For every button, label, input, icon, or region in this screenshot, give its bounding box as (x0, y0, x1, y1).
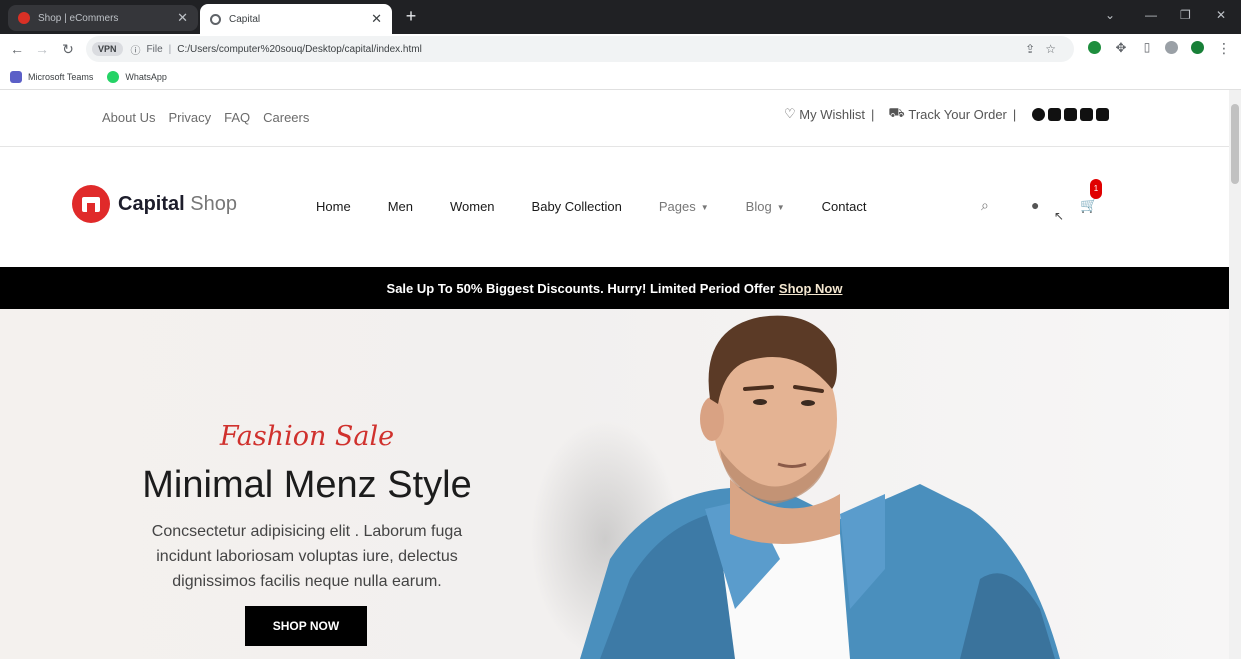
tab-capital[interactable]: Capital ✕ (200, 4, 392, 34)
shop-now-button[interactable]: SHOP NOW (245, 606, 367, 646)
menu-women[interactable]: Women (450, 199, 495, 214)
instagram-icon[interactable] (1048, 107, 1062, 121)
site-logo[interactable]: Capital Shop (72, 185, 237, 223)
scrollbar-thumb[interactable] (1231, 104, 1239, 184)
globe-icon (210, 13, 221, 25)
top-links: About Us Privacy FAQ Careers (102, 110, 309, 125)
whatsapp-icon (107, 70, 120, 83)
bookmarks-bar: Microsoft Teams WhatsApp (0, 64, 1241, 90)
main-menu: Home Men Women Baby Collection Pages ▼ Bl… (316, 199, 903, 214)
menu-pages-label: Pages (658, 199, 696, 214)
topbar-right: ♡ My Wishlist | ⛟ Track Your Order | (784, 105, 1110, 123)
browser-window: Shop | eCommers ✕ Capital ✕ + ⌄ — ❐ ✕ ← … (0, 0, 1241, 659)
cart-count-badge: 1 (1090, 179, 1102, 199)
hero-description: Concsectetur adipisicing elit . Laborum … (122, 519, 492, 594)
cart-icon[interactable]: 🛒 (1080, 197, 1097, 214)
logo-light: Shop (190, 192, 237, 215)
menu-baby-collection[interactable]: Baby Collection (532, 199, 622, 214)
profile-avatar-icon[interactable] (1165, 41, 1178, 54)
bookmark-whatsapp[interactable]: WhatsApp (107, 70, 167, 83)
browser-toolbar: ← → ↻ VPN ⓘ File | C:/Users/computer%20s… (0, 34, 1241, 64)
menu-blog[interactable]: Blog ▼ (746, 199, 785, 214)
menu-home[interactable]: Home (316, 199, 351, 214)
omnibox-actions: ⇪☆ (1025, 42, 1066, 56)
shop-favicon-icon (18, 12, 30, 24)
hero-description-line: incidunt laboriosam voluptas iure, delec… (156, 548, 458, 565)
security-extension-icon[interactable] (1191, 41, 1204, 54)
extension-shield-icon[interactable] (1088, 41, 1101, 54)
hero-description-line: Concsectetur adipisicing elit . Laborum … (151, 523, 463, 540)
star-icon[interactable]: ☆ (1045, 42, 1066, 56)
reload-icon[interactable]: ↻ (59, 41, 77, 58)
promo-bar: Sale Up To 50% Biggest Discounts. Hurry!… (0, 267, 1229, 309)
teams-icon (10, 70, 22, 83)
heart-icon: ♡ (784, 106, 796, 121)
side-panel-icon[interactable]: ▯ (1138, 40, 1156, 54)
careers-link[interactable]: Careers (263, 110, 309, 125)
url-text[interactable]: C:/Users/computer%20souq/Desktop/capital… (177, 44, 422, 55)
promo-text: Sale Up To 50% Biggest Discounts. Hurry!… (386, 280, 775, 296)
hero-eyebrow: Fashion Sale (219, 421, 395, 452)
caret-down-icon: ▼ (700, 203, 709, 213)
divider: | (871, 106, 875, 122)
bookmark-label: WhatsApp (125, 71, 167, 82)
tab-search-icon[interactable]: ⌄ (1105, 8, 1115, 22)
menu-pages[interactable]: Pages ▼ (659, 199, 709, 214)
window-close-icon[interactable]: ✕ (1216, 8, 1226, 22)
privacy-link[interactable]: Privacy (168, 110, 211, 125)
site-header: Capital Shop Home Men Women Baby Collect… (0, 147, 1229, 267)
menu-blog-label: Blog (745, 199, 772, 214)
social-links (1032, 107, 1110, 121)
menu-contact[interactable]: Contact (822, 199, 867, 214)
extensions-puzzle-icon[interactable]: ✥ (1112, 40, 1130, 56)
menu-men[interactable]: Men (388, 199, 413, 214)
minimize-icon[interactable]: — (1145, 8, 1157, 22)
logo-bold: Capital (118, 192, 185, 215)
info-icon[interactable]: ⓘ (131, 42, 141, 57)
caret-down-icon: ▼ (776, 203, 785, 213)
divider: | (1012, 106, 1017, 122)
search-icon[interactable]: ⌕ (981, 197, 989, 214)
youtube-icon[interactable] (1096, 107, 1110, 121)
address-bar[interactable]: VPN ⓘ File | C:/Users/computer%20souq/De… (86, 36, 1074, 62)
site-topbar: About Us Privacy FAQ Careers ♡ My Wishli… (0, 90, 1229, 147)
page-scrollbar[interactable] (1229, 90, 1241, 659)
forward-arrow-icon[interactable]: → (33, 41, 51, 57)
tab-shop[interactable]: Shop | eCommers ✕ (8, 5, 198, 31)
menu-kebab-icon[interactable]: ⋮ (1215, 40, 1233, 57)
tab-strip: Shop | eCommers ✕ Capital ✕ + ⌄ — ❐ ✕ (0, 0, 1241, 34)
faq-link[interactable]: FAQ (224, 110, 250, 125)
tab-title: Capital (229, 13, 261, 25)
promo-shop-now-link[interactable]: Shop Now (779, 281, 843, 296)
scheme-label: File (146, 43, 163, 55)
page-viewport: About Us Privacy FAQ Careers ♡ My Wishli… (0, 90, 1229, 659)
bookmark-microsoft-teams[interactable]: Microsoft Teams (10, 70, 94, 83)
about-us-link[interactable]: About Us (102, 110, 155, 125)
hero-description-line: dignissimos facilis neque nulla earum. (172, 573, 442, 590)
tab-title: Shop | eCommers (38, 12, 119, 24)
shop-logo-icon (72, 185, 110, 223)
close-tab-icon[interactable]: ✕ (371, 11, 382, 27)
twitter-icon[interactable] (1064, 107, 1078, 121)
hero-model-image (580, 315, 1060, 659)
back-arrow-icon[interactable]: ← (8, 41, 26, 57)
mouse-cursor-icon: ↖ (1054, 209, 1065, 223)
facebook-icon[interactable] (1032, 107, 1046, 121)
logo-text: Capital Shop (118, 193, 237, 216)
close-tab-icon[interactable]: ✕ (177, 10, 188, 26)
vpn-badge[interactable]: VPN (92, 42, 123, 56)
user-icon[interactable]: ● (1031, 197, 1039, 213)
bookmark-label: Microsoft Teams (28, 71, 94, 82)
wishlist-link[interactable]: My Wishlist (799, 107, 865, 122)
track-order-link[interactable]: Track Your Order (908, 107, 1007, 122)
linkedin-icon[interactable] (1080, 107, 1094, 121)
hero-title: Minimal Menz Style (142, 464, 472, 506)
hero-banner: Fashion Sale Minimal Menz Style Concsect… (0, 309, 1229, 659)
divider: | (168, 43, 172, 55)
truck-icon: ⛟ (888, 105, 905, 120)
share-icon[interactable]: ⇪ (1025, 42, 1045, 56)
new-tab-button[interactable]: + (400, 6, 422, 27)
restore-icon[interactable]: ❐ (1180, 8, 1191, 22)
